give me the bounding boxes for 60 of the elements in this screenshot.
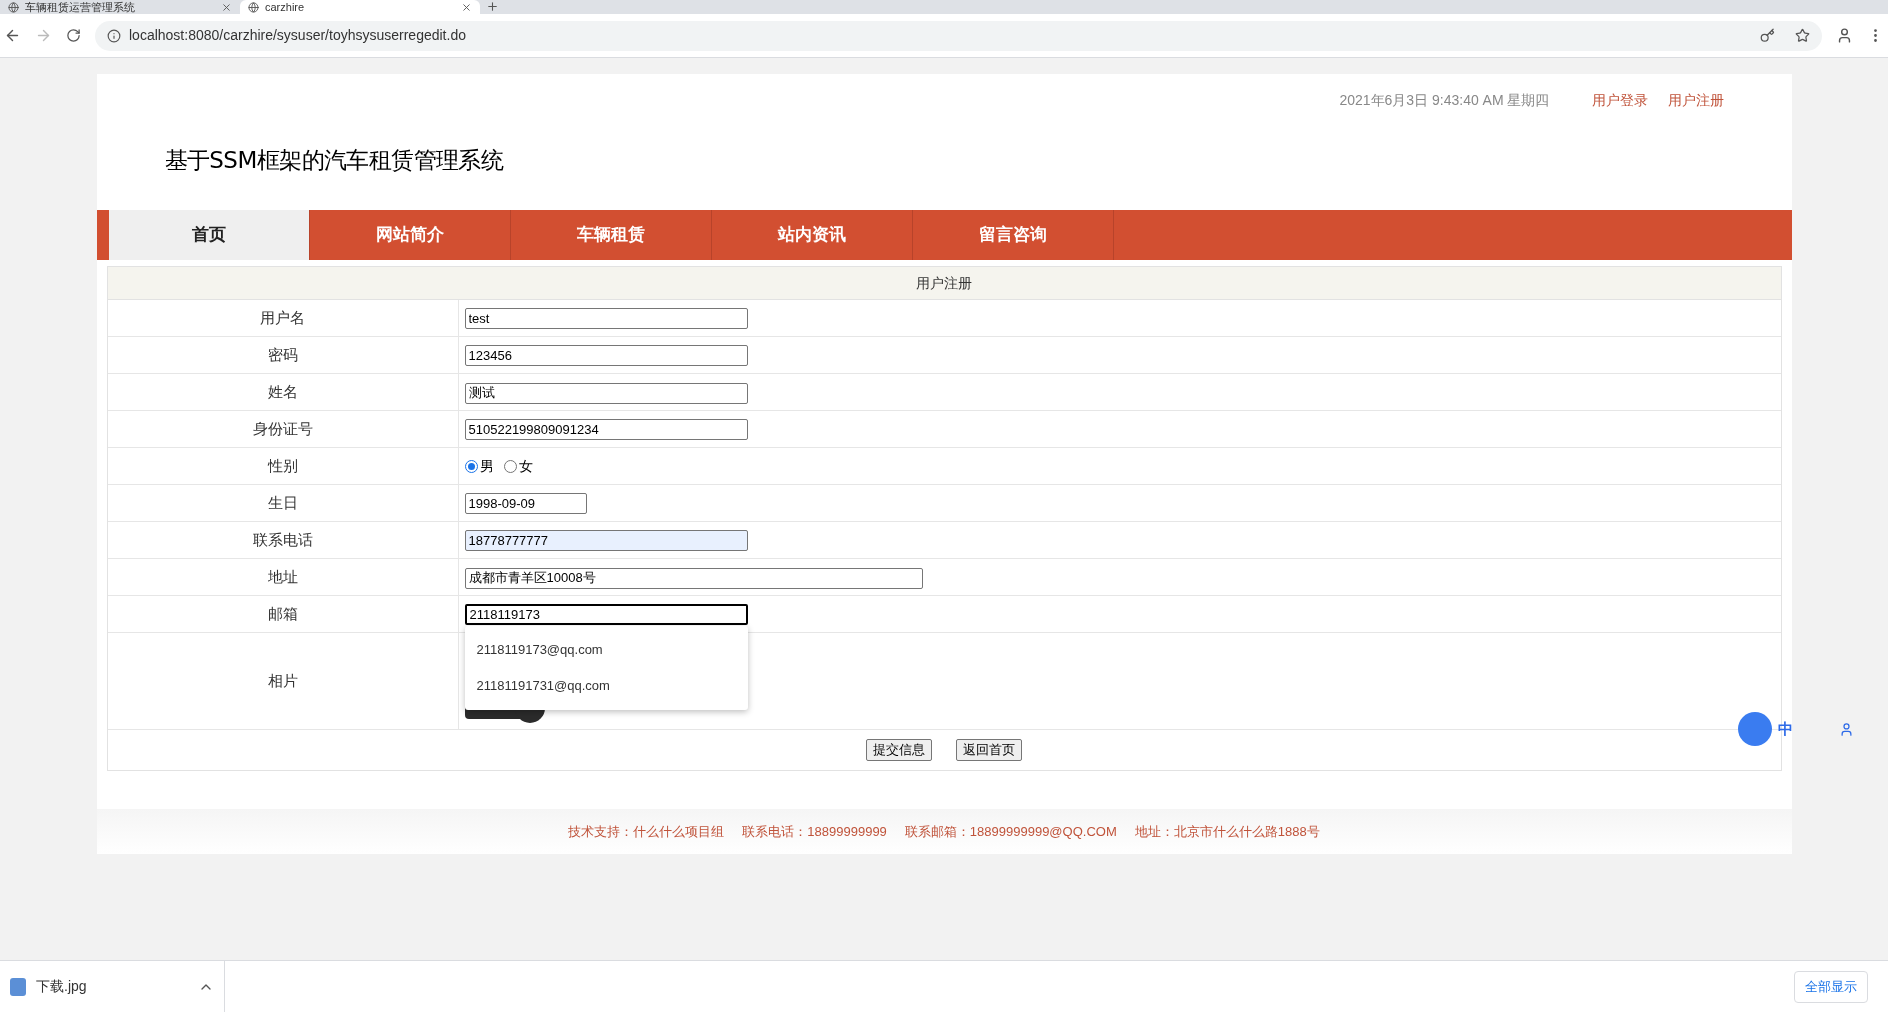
- header-link[interactable]: 用户登录: [1591, 90, 1648, 111]
- browser-tab[interactable]: carzhire: [240, 0, 480, 14]
- footer-text: 联系邮箱：18899999999@QQ.COM: [904, 822, 1117, 841]
- footer-text: 地址：北京市什么什么路1888号: [1134, 822, 1320, 841]
- footer-text: 技术支持：什么什么项目组: [568, 822, 725, 841]
- text-field[interactable]: 18778777777: [464, 530, 748, 551]
- ime-mode[interactable]: 中: [1778, 717, 1793, 741]
- info-icon[interactable]: [107, 28, 121, 43]
- reload-icon[interactable]: [66, 28, 81, 43]
- field-label: 身份证号: [107, 411, 459, 447]
- footer-text: 联系电话：18899999999: [742, 822, 887, 841]
- field-label: 密码: [107, 337, 459, 373]
- nav-tab[interactable]: 网站简介: [309, 210, 511, 260]
- globe-icon: [8, 1, 19, 13]
- form-title: 用户注册: [107, 267, 1781, 300]
- site-title: 基于SSM框架的汽车租赁管理系统: [164, 146, 505, 175]
- field-label: 联系电话: [107, 522, 459, 558]
- url-text: localhost:8080/carzhire/sysuser/toyhsysuserregedit.do: [129, 26, 467, 45]
- download-filename[interactable]: 下载.jpg: [36, 976, 188, 997]
- back-icon[interactable]: [4, 27, 21, 44]
- form-button[interactable]: 返回首页: [956, 739, 1022, 761]
- text-field[interactable]: 测试: [464, 382, 748, 404]
- new-tab-icon[interactable]: [486, 0, 499, 13]
- date-time: 2021年6月3日 9:43:40 AM 星期四: [1339, 91, 1550, 110]
- autocomplete-option[interactable]: 21181191731@qq.com: [464, 668, 748, 704]
- globe-icon: [248, 1, 259, 13]
- close-icon[interactable]: [461, 1, 472, 13]
- field-label: 邮箱: [107, 596, 459, 632]
- radio-label: 男: [479, 456, 494, 476]
- text-field[interactable]: 123456: [464, 345, 748, 366]
- show-all-button[interactable]: 全部显示: [1794, 970, 1868, 1003]
- form-button[interactable]: 提交信息: [866, 739, 932, 761]
- text-field[interactable]: test: [464, 308, 748, 329]
- nav-tab[interactable]: 留言咨询: [912, 210, 1114, 260]
- field-label: 生日: [107, 485, 459, 521]
- radio-label: 女: [518, 456, 533, 476]
- nav-tab[interactable]: 车辆租赁: [510, 210, 712, 260]
- nav-tab[interactable]: 站内资讯: [711, 210, 913, 260]
- bookmark-icon[interactable]: [1795, 28, 1810, 43]
- field-label: 相片: [107, 633, 459, 729]
- header-link[interactable]: 用户注册: [1667, 90, 1724, 111]
- field-label: 姓名: [107, 374, 459, 410]
- key-icon[interactable]: [1760, 28, 1775, 43]
- file-icon: [10, 977, 26, 996]
- user-icon[interactable]: [1839, 721, 1854, 737]
- text-field[interactable]: 1998-09-09: [464, 493, 587, 514]
- field-label: 地址: [107, 559, 459, 595]
- autocomplete-option[interactable]: 2118119173@qq.com: [464, 632, 748, 668]
- browser-tab[interactable]: 车辆租赁运营管理系统: [0, 0, 240, 14]
- nav-tab[interactable]: 首页: [108, 210, 310, 260]
- text-field[interactable]: 2118119173: [464, 604, 748, 625]
- field-label: 性别: [107, 448, 459, 484]
- text-field[interactable]: 510522199809091234: [464, 419, 748, 440]
- address-bar[interactable]: localhost:8080/carzhire/sysuser/toyhsysuserregedit.do: [95, 20, 1822, 51]
- text-field[interactable]: 成都市青羊区10008号: [464, 567, 923, 589]
- tab-title: carzhire: [265, 1, 306, 13]
- profile-icon[interactable]: [1836, 27, 1853, 44]
- close-icon[interactable]: [221, 1, 232, 13]
- field-label: 用户名: [107, 300, 459, 336]
- tab-title: 车辆租赁运营管理系统: [25, 1, 136, 13]
